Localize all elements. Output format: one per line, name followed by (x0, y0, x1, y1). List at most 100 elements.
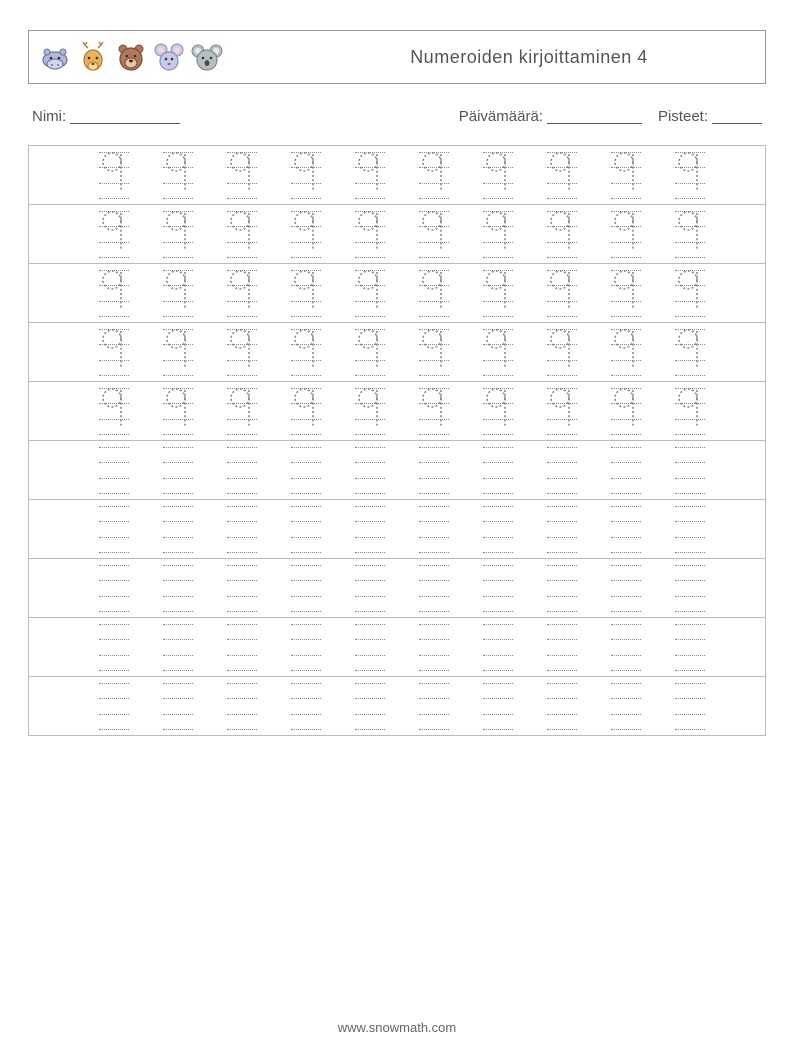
tracer-cell[interactable] (483, 211, 513, 257)
tracer-cell[interactable] (291, 329, 321, 375)
tracer-cell[interactable] (675, 211, 705, 257)
tracer-cell[interactable] (163, 447, 193, 493)
tracer-cell[interactable] (419, 683, 449, 729)
tracer-cell[interactable] (291, 388, 321, 434)
tracer-cell[interactable] (483, 388, 513, 434)
tracer-cell[interactable] (99, 152, 129, 198)
tracer-cell[interactable] (227, 329, 257, 375)
tracer-cell[interactable] (99, 329, 129, 375)
tracer-cell[interactable] (227, 152, 257, 198)
tracer-cell[interactable] (419, 270, 449, 316)
tracer-cell[interactable] (419, 388, 449, 434)
tracer-cell[interactable] (227, 506, 257, 552)
tracer-cell[interactable] (675, 447, 705, 493)
tracer-cell[interactable] (291, 270, 321, 316)
tracer-cell[interactable] (99, 270, 129, 316)
tracer-cell[interactable] (547, 565, 577, 611)
tracer-cell[interactable] (611, 447, 641, 493)
tracer-cell[interactable] (675, 624, 705, 670)
tracer-cell[interactable] (291, 152, 321, 198)
tracer-cell[interactable] (419, 211, 449, 257)
tracer-cell[interactable] (99, 624, 129, 670)
tracer-cell[interactable] (227, 683, 257, 729)
tracer-cell[interactable] (419, 152, 449, 198)
tracer-cell[interactable] (291, 506, 321, 552)
tracer-cell[interactable] (355, 152, 385, 198)
tracer-cell[interactable] (355, 270, 385, 316)
tracer-cell[interactable] (291, 447, 321, 493)
tracer-cell[interactable] (547, 447, 577, 493)
tracer-cell[interactable] (99, 447, 129, 493)
tracer-cell[interactable] (163, 270, 193, 316)
tracer-cell[interactable] (355, 388, 385, 434)
tracer-cell[interactable] (547, 329, 577, 375)
tracer-cell[interactable] (611, 683, 641, 729)
tracer-cell[interactable] (611, 211, 641, 257)
tracer-cell[interactable] (163, 152, 193, 198)
tracer-cell[interactable] (611, 270, 641, 316)
tracer-cell[interactable] (163, 624, 193, 670)
tracer-cell[interactable] (611, 506, 641, 552)
tracer-cell[interactable] (355, 506, 385, 552)
tracer-cell[interactable] (483, 624, 513, 670)
tracer-cell[interactable] (227, 447, 257, 493)
score-blank[interactable] (712, 109, 762, 124)
tracer-cell[interactable] (227, 270, 257, 316)
tracer-cell[interactable] (291, 683, 321, 729)
tracer-cell[interactable] (675, 565, 705, 611)
tracer-cell[interactable] (483, 270, 513, 316)
tracer-cell[interactable] (419, 506, 449, 552)
tracer-cell[interactable] (675, 388, 705, 434)
tracer-cell[interactable] (547, 388, 577, 434)
tracer-cell[interactable] (675, 329, 705, 375)
tracer-cell[interactable] (163, 388, 193, 434)
tracer-cell[interactable] (163, 329, 193, 375)
tracer-cell[interactable] (355, 211, 385, 257)
tracer-cell[interactable] (355, 565, 385, 611)
tracer-cell[interactable] (419, 565, 449, 611)
tracer-cell[interactable] (419, 329, 449, 375)
tracer-cell[interactable] (355, 329, 385, 375)
tracer-cell[interactable] (99, 388, 129, 434)
tracer-cell[interactable] (547, 270, 577, 316)
tracer-cell[interactable] (611, 565, 641, 611)
tracer-cell[interactable] (163, 506, 193, 552)
tracer-cell[interactable] (227, 211, 257, 257)
tracer-cell[interactable] (675, 506, 705, 552)
tracer-cell[interactable] (355, 683, 385, 729)
tracer-cell[interactable] (419, 447, 449, 493)
tracer-cell[interactable] (355, 447, 385, 493)
tracer-cell[interactable] (675, 270, 705, 316)
tracer-cell[interactable] (163, 211, 193, 257)
tracer-cell[interactable] (483, 683, 513, 729)
tracer-cell[interactable] (227, 624, 257, 670)
tracer-cell[interactable] (227, 388, 257, 434)
tracer-cell[interactable] (419, 624, 449, 670)
date-blank[interactable] (547, 109, 642, 124)
tracer-cell[interactable] (547, 152, 577, 198)
tracer-cell[interactable] (99, 211, 129, 257)
tracer-cell[interactable] (611, 152, 641, 198)
tracer-cell[interactable] (547, 506, 577, 552)
tracer-cell[interactable] (483, 329, 513, 375)
tracer-cell[interactable] (483, 152, 513, 198)
tracer-cell[interactable] (99, 506, 129, 552)
tracer-cell[interactable] (547, 683, 577, 729)
tracer-cell[interactable] (611, 388, 641, 434)
tracer-cell[interactable] (163, 683, 193, 729)
tracer-cell[interactable] (675, 683, 705, 729)
tracer-cell[interactable] (611, 329, 641, 375)
name-blank[interactable] (70, 109, 180, 124)
tracer-cell[interactable] (163, 565, 193, 611)
tracer-cell[interactable] (483, 447, 513, 493)
tracer-cell[interactable] (547, 624, 577, 670)
tracer-cell[interactable] (483, 565, 513, 611)
tracer-cell[interactable] (547, 211, 577, 257)
tracer-cell[interactable] (483, 506, 513, 552)
tracer-cell[interactable] (99, 565, 129, 611)
tracer-cell[interactable] (675, 152, 705, 198)
tracer-cell[interactable] (291, 624, 321, 670)
tracer-cell[interactable] (611, 624, 641, 670)
tracer-cell[interactable] (355, 624, 385, 670)
tracer-cell[interactable] (227, 565, 257, 611)
